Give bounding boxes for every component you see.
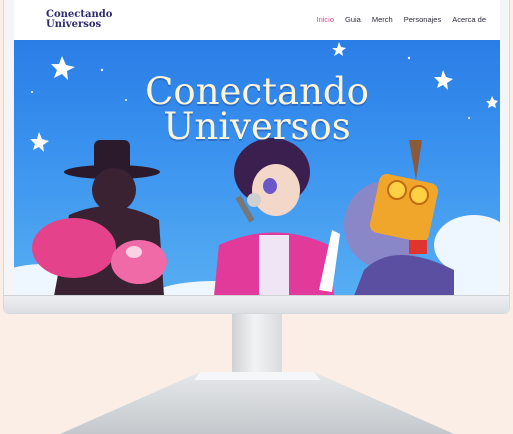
character-center (214, 138, 340, 296)
navbar: Conectando Universos Inicio Guia Merch P… (14, 0, 500, 40)
hero-title: Conectando Universos (14, 70, 500, 148)
hero-title-line-1: Conectando (145, 70, 369, 113)
hero-banner: Conectando Universos (14, 40, 500, 296)
monitor-stand-base (60, 372, 454, 434)
brand-line-2: Universos (46, 19, 102, 30)
nav-personajes[interactable]: Personajes (404, 15, 442, 24)
screen: Conectando Universos Inicio Guia Merch P… (14, 0, 500, 296)
monitor-chin (4, 295, 509, 313)
nav-inicio[interactable]: Inicio (316, 15, 334, 24)
nav-guia[interactable]: Guia (345, 15, 361, 24)
hero-title-line-2: Universos (163, 105, 351, 148)
character-left (32, 140, 167, 296)
brand-logo[interactable]: Conectando Universos (46, 10, 112, 30)
character-right (344, 140, 454, 296)
nav-menu: Inicio Guia Merch Personajes Acerca de (316, 15, 486, 24)
monitor: Conectando Universos Inicio Guia Merch P… (3, 0, 510, 314)
nav-merch[interactable]: Merch (372, 15, 393, 24)
monitor-stand-neck (232, 314, 282, 376)
nav-acerca-de[interactable]: Acerca de (452, 15, 486, 24)
